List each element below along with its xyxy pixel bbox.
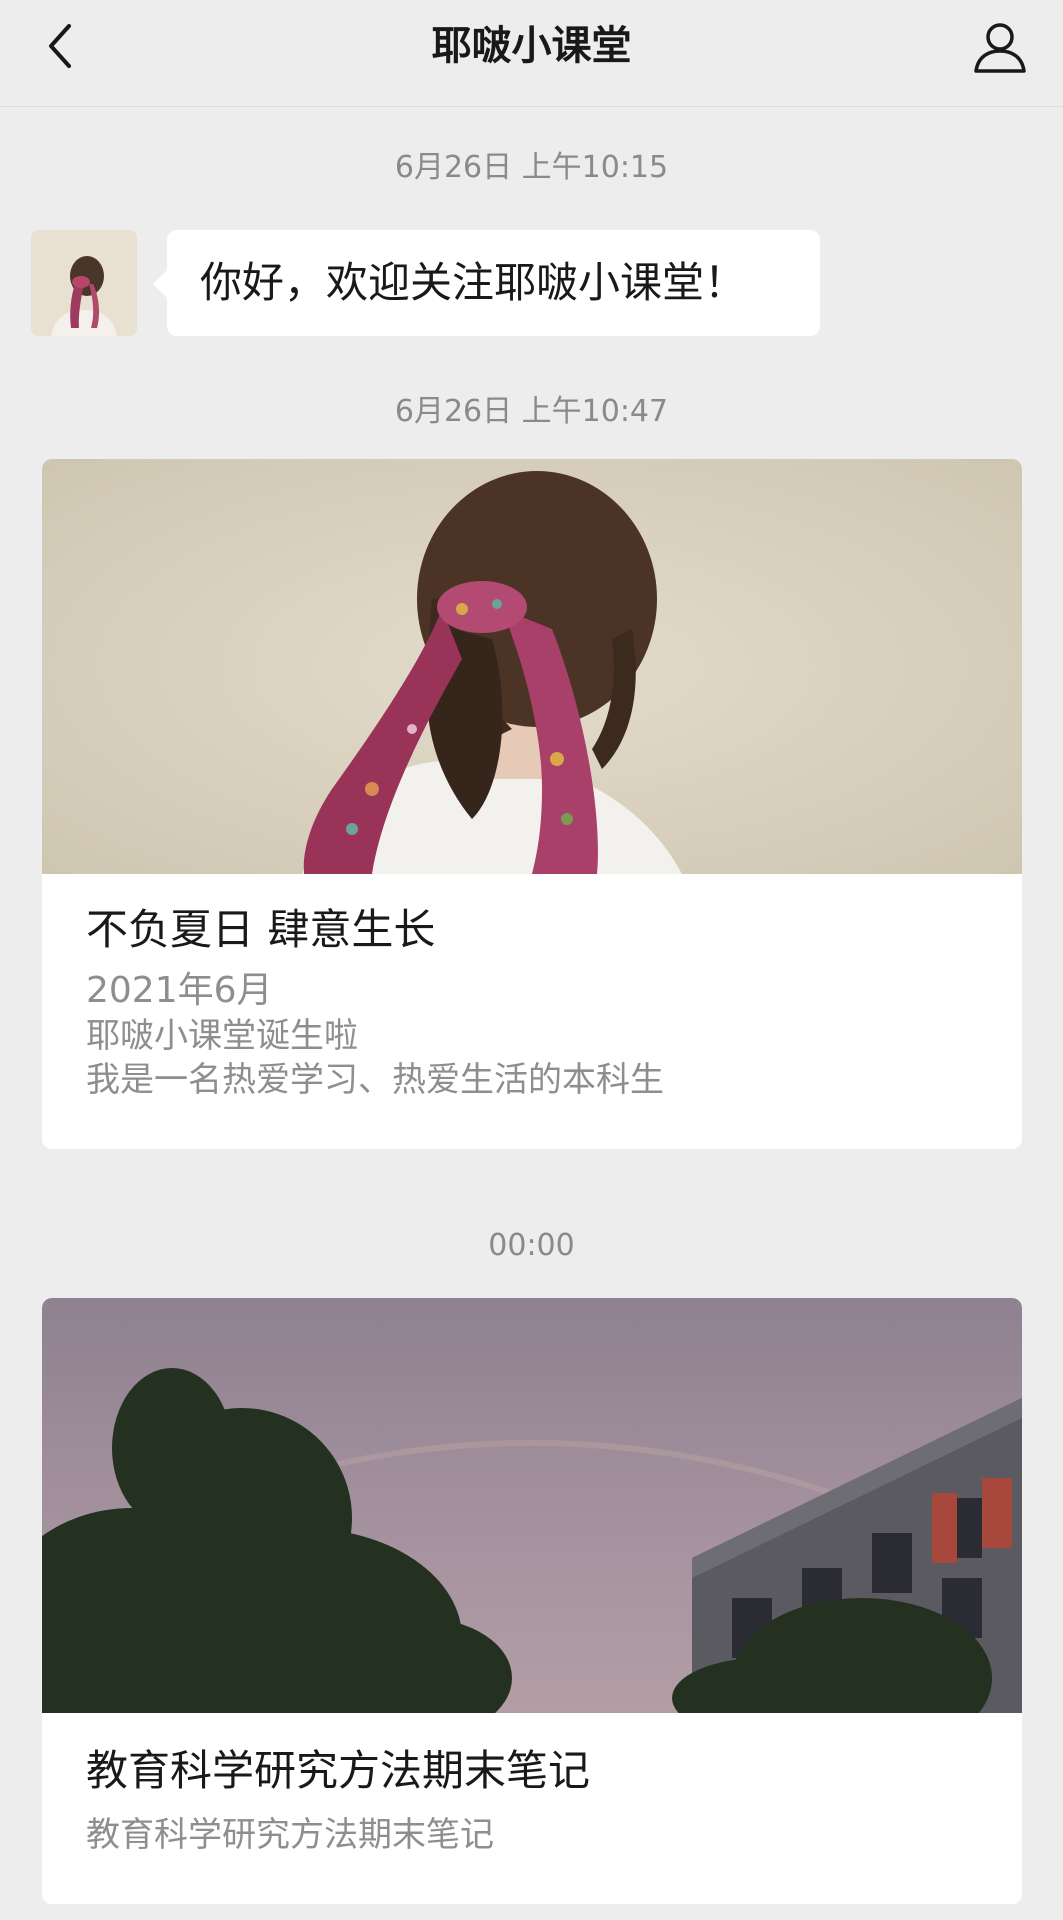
article-title: 不负夏日 肆意生长 [86, 905, 436, 954]
article-title: 教育科学研究方法期末笔记 [86, 1746, 591, 1795]
article-card[interactable]: 不负夏日 肆意生长 2021年6月 耶啵小课堂诞生啦 我是一名热爱学习、热爱生活… [42, 459, 1022, 1149]
profile-button[interactable] [965, 14, 1035, 84]
person-icon [972, 19, 1028, 79]
navigation-bar: 耶啵小课堂 [0, 0, 1063, 107]
article-card[interactable]: 教育科学研究方法期末笔记 教育科学研究方法期末笔记 [42, 1298, 1022, 1904]
page-title: 耶啵小课堂 [431, 23, 632, 69]
article-date: 2021年6月 [86, 970, 273, 1011]
article-summary-line: 耶啵小课堂诞生啦 [86, 1016, 358, 1056]
message-timestamp: 6月26日 上午10:47 [394, 394, 669, 429]
message-bubble[interactable]: 你好，欢迎关注耶啵小课堂！ [153, 230, 820, 336]
avatar-image [31, 230, 137, 336]
article-cover-image [42, 459, 1022, 874]
message-timestamp: 6月26日 上午10:15 [394, 150, 669, 185]
message-timestamp: 00:00 [488, 1228, 575, 1263]
article-summary-line: 我是一名热爱学习、热爱生活的本科生 [86, 1060, 664, 1100]
article-summary-line: 教育科学研究方法期末笔记 [86, 1815, 494, 1855]
sender-avatar[interactable] [31, 230, 137, 336]
article-cover-image [42, 1298, 1022, 1713]
